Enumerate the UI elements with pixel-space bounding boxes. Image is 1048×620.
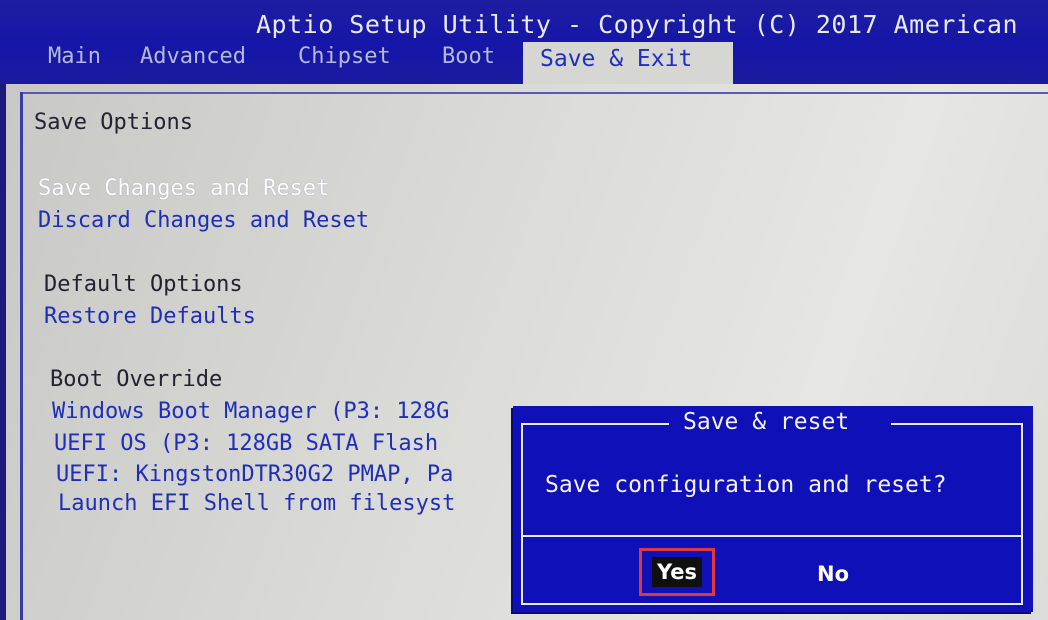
boot-override-item[interactable]: UEFI OS (P3: 128GB SATA Flash <box>54 431 438 456</box>
tab-advanced[interactable]: Advanced <box>140 44 246 69</box>
boot-override-item[interactable]: UEFI: KingstonDTR30G2 PMAP, Pa <box>56 462 453 487</box>
boot-override-item[interactable]: Launch EFI Shell from filesyst <box>58 491 455 516</box>
yes-button[interactable]: Yes <box>639 548 715 596</box>
tab-boot[interactable]: Boot <box>442 44 495 69</box>
dialog-message: Save configuration and reset? <box>545 472 947 498</box>
dialog-divider <box>521 535 1023 537</box>
no-button[interactable]: No <box>817 562 849 586</box>
boot-override-heading: Boot Override <box>50 367 223 392</box>
dialog-title: Save & reset <box>683 409 850 435</box>
tab-main[interactable]: Main <box>48 44 101 69</box>
dialog-border <box>1021 423 1023 605</box>
save-changes-and-reset-option[interactable]: Save Changes and Reset <box>38 176 329 201</box>
header-bar: Aptio Setup Utility - Copyright (C) 2017… <box>0 0 1048 84</box>
save-reset-dialog: Save & reset Save configuration and rese… <box>513 406 1033 612</box>
tab-chipset[interactable]: Chipset <box>298 44 391 69</box>
app-title: Aptio Setup Utility - Copyright (C) 2017… <box>256 10 1019 39</box>
panel-border-top <box>20 92 1048 94</box>
discard-changes-and-reset-option[interactable]: Discard Changes and Reset <box>38 208 369 233</box>
boot-override-item[interactable]: Windows Boot Manager (P3: 128G <box>52 399 449 424</box>
dialog-border <box>521 603 1023 605</box>
dialog-border <box>521 423 669 425</box>
yes-button-label: Yes <box>651 557 703 587</box>
restore-defaults-option[interactable]: Restore Defaults <box>44 304 256 329</box>
save-options-heading: Save Options <box>34 110 193 135</box>
dialog-border <box>891 423 1021 425</box>
panel-border-left <box>20 92 23 620</box>
dialog-border <box>521 423 523 605</box>
bios-screen: Aptio Setup Utility - Copyright (C) 2017… <box>0 0 1048 620</box>
tab-save-exit[interactable]: Save & Exit <box>523 42 733 84</box>
default-options-heading: Default Options <box>44 272 243 297</box>
